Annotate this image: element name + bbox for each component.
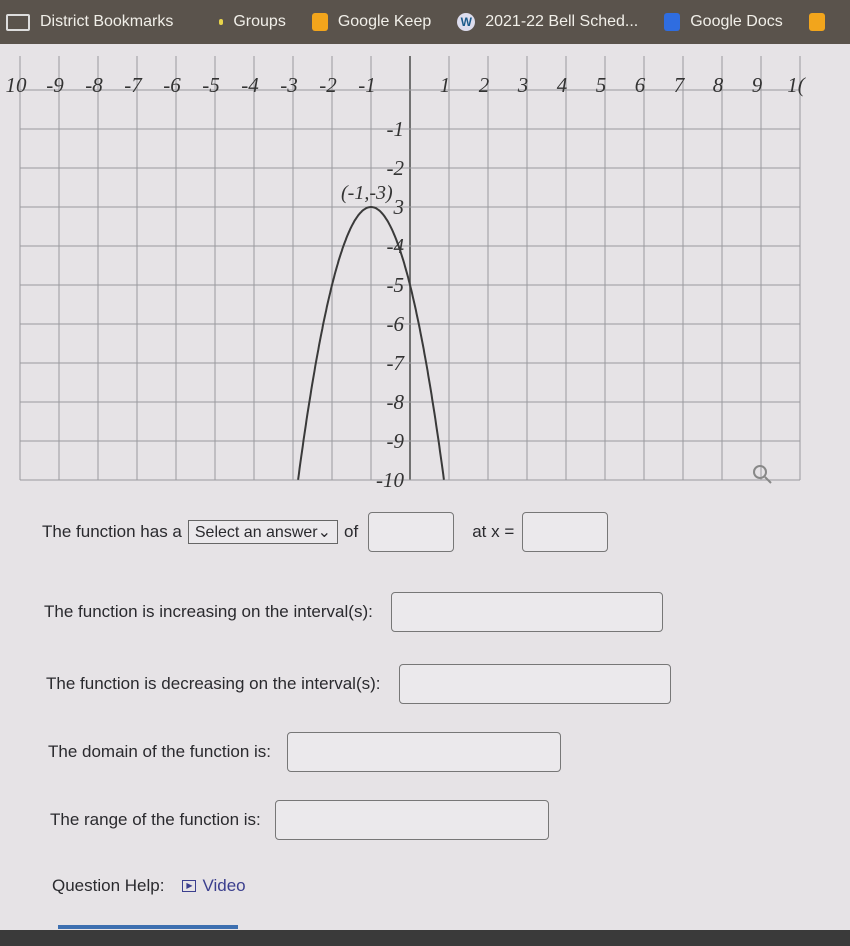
y-tick-label: -10	[376, 468, 404, 492]
x-tick-label: 4	[557, 73, 568, 97]
decreasing-interval-input[interactable]	[398, 664, 671, 704]
y-tick-label: -8	[387, 390, 405, 414]
x-tick-label: 2	[479, 73, 490, 97]
wordpress-icon: W	[457, 13, 476, 31]
x-tick-label: -2	[319, 73, 337, 97]
google-docs-icon	[664, 13, 681, 31]
x-tick-label: 10	[6, 73, 28, 97]
y-tick-label: -9	[387, 429, 405, 453]
x-tick-label: 7	[674, 73, 686, 97]
x-tick-label: 5	[596, 73, 607, 97]
x-tick-label: 1(	[787, 73, 807, 97]
x-tick-label: -9	[46, 73, 64, 97]
domain-input[interactable]	[287, 732, 562, 772]
x-tick-label: 3	[517, 73, 529, 97]
x-tick-label: -1	[358, 73, 376, 97]
x-tick-label: 8	[713, 73, 724, 97]
bookmark-slides[interactable]	[808, 13, 835, 31]
y-tick-label: -2	[387, 156, 405, 180]
y-tick-label: 3	[393, 195, 405, 219]
x-tick-label: -4	[241, 73, 259, 97]
max-min-select[interactable]: Select an answer⌄	[187, 520, 339, 544]
question-4: The domain of the function is:	[48, 732, 562, 772]
chevron-down-icon: ⌄	[317, 524, 332, 541]
slides-icon	[808, 13, 825, 31]
function-graph: 10 -9 -8 -7 -6 -5 -4 -3 -2 -1 1 2 3 4 5 6 7 8 9 1(-1-23-4-5…	[6, 56, 807, 492]
x-tick-label: -6	[163, 73, 181, 97]
x-tick-label: -8	[85, 73, 103, 97]
x-tick-label: 9	[752, 73, 763, 97]
increasing-interval-input[interactable]	[390, 592, 663, 632]
extremum-value-input[interactable]	[368, 512, 455, 552]
tick-labels: 10 -9 -8 -7 -6 -5 -4 -3 -2 -1 1 2 3 4 5 6 7 8 9 1(-1-23-4-5…	[6, 73, 807, 492]
y-tick-label: -5	[387, 273, 405, 297]
groups-icon	[219, 19, 224, 25]
x-tick-label: -5	[202, 73, 220, 97]
question-3: The function is decreasing on the interv…	[46, 664, 671, 704]
bookmark-google-docs[interactable]: Google Docs	[664, 13, 783, 31]
video-link[interactable]: ▶ Video	[182, 876, 246, 896]
progress-line	[58, 925, 238, 929]
question-1: The function has a Select an answer⌄ of …	[42, 512, 609, 552]
x-tick-label: 1	[440, 73, 451, 97]
x-value-input[interactable]	[522, 512, 609, 552]
bookmark-google-keep[interactable]: Google Keep	[311, 13, 431, 31]
bookmark-bell-schedule[interactable]: W 2021-22 Bell Sched...	[457, 13, 638, 31]
x-tick-label: 6	[635, 73, 646, 97]
y-tick-label: -7	[387, 351, 406, 375]
bookmark-district[interactable]: District Bookmarks	[6, 13, 173, 31]
question-help: Question Help: ▶ Video	[52, 876, 246, 896]
y-tick-label: -6	[387, 312, 405, 336]
play-icon: ▶	[182, 880, 197, 892]
bookmark-groups[interactable]: Groups	[199, 13, 286, 31]
y-tick-label: -1	[387, 117, 405, 141]
screen-bezel	[0, 930, 850, 946]
question-5: The range of the function is:	[50, 800, 549, 840]
grid	[19, 56, 801, 481]
bookmarks-bar: District Bookmarks Groups Google Keep W2…	[0, 0, 850, 44]
google-keep-icon	[311, 13, 328, 31]
question-2: The function is increasing on the interv…	[44, 592, 663, 632]
folder-icon	[6, 13, 30, 31]
x-tick-label: -3	[280, 73, 298, 97]
x-tick-label: -7	[124, 73, 143, 97]
vertex-label: (-1,-3)	[341, 182, 393, 204]
range-input[interactable]	[274, 800, 549, 840]
